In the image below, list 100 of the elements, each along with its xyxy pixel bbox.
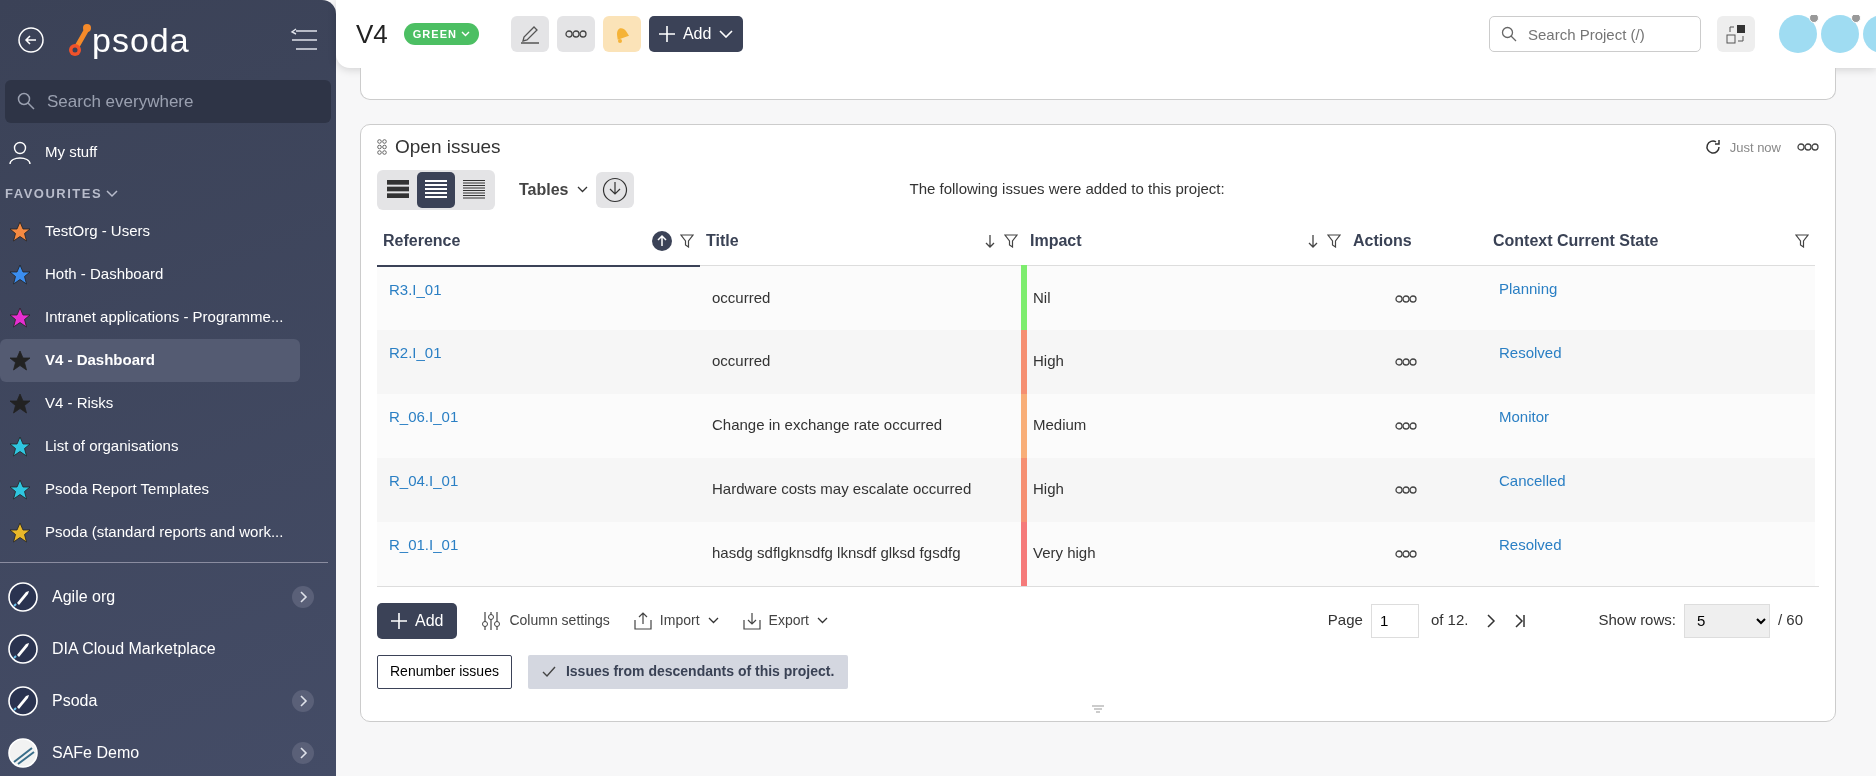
panel-title: Open issues bbox=[395, 135, 501, 159]
switch-icon bbox=[1725, 23, 1747, 45]
impact-cell: Very high bbox=[1024, 521, 1347, 586]
add-button[interactable]: Add bbox=[648, 16, 744, 52]
issue-link[interactable]: R_01.I_01 bbox=[389, 535, 459, 553]
page-title: V4 bbox=[356, 17, 388, 51]
sort-arrow-icon[interactable] bbox=[1307, 234, 1319, 249]
page-number-field[interactable]: 1 bbox=[1370, 603, 1419, 638]
favourite-item[interactable]: V4 - Dashboard bbox=[0, 338, 300, 382]
chevron-right-icon[interactable] bbox=[292, 689, 314, 712]
table-cell: hasdg sdflgknsdfg lknsdf glksd fgsdfg bbox=[700, 521, 1024, 586]
chevron-down-icon bbox=[707, 617, 719, 624]
more-icon[interactable] bbox=[1797, 142, 1819, 153]
favourite-item[interactable]: Intranet applications - Programme... bbox=[0, 295, 300, 339]
export-dropdown[interactable]: Export bbox=[742, 610, 828, 631]
renumber-button[interactable]: Renumber issues bbox=[377, 654, 512, 689]
person-icon bbox=[9, 140, 31, 165]
download-icon bbox=[742, 611, 761, 630]
column-header[interactable]: Context Current State bbox=[1493, 229, 1659, 254]
column-header[interactable]: Title bbox=[706, 229, 739, 254]
issue-link[interactable]: R_06.I_01 bbox=[389, 407, 459, 425]
avatar[interactable] bbox=[1821, 15, 1859, 53]
filter-icon[interactable] bbox=[1004, 234, 1018, 249]
organisation-item[interactable]: Agile org bbox=[0, 570, 336, 623]
chevron-right-icon[interactable] bbox=[292, 741, 314, 764]
chevron-down-icon bbox=[719, 30, 734, 38]
table-cell: Hardware costs may escalate occurred bbox=[700, 457, 1024, 522]
search-icon bbox=[1501, 26, 1517, 42]
filter-icon[interactable] bbox=[680, 234, 694, 248]
rows-per-page-select[interactable]: 5 bbox=[1683, 603, 1770, 638]
logo-text: psoda bbox=[92, 19, 190, 61]
next-page-icon[interactable] bbox=[1486, 613, 1497, 628]
upload-icon bbox=[633, 611, 652, 630]
column-settings-button[interactable]: Column settings bbox=[481, 610, 610, 631]
download-icon bbox=[601, 176, 628, 203]
column-header[interactable]: Reference bbox=[383, 229, 461, 253]
favourite-item[interactable]: Psoda (standard reports and work... bbox=[0, 510, 300, 554]
intro-text: The following issues were added to this project: bbox=[909, 179, 1225, 200]
refresh-icon[interactable] bbox=[1703, 138, 1722, 157]
add-button[interactable]: Add bbox=[377, 602, 458, 639]
favourite-item[interactable]: V4 - Risks bbox=[0, 381, 300, 425]
chevron-right-icon[interactable] bbox=[292, 585, 314, 608]
more-icon[interactable] bbox=[1395, 549, 1417, 560]
refresh-time: Just now bbox=[1729, 138, 1781, 157]
favourite-item[interactable]: List of organisations bbox=[0, 424, 300, 468]
state-link[interactable]: Cancelled bbox=[1499, 471, 1566, 489]
search-field[interactable]: Search everywhere bbox=[5, 80, 331, 123]
edit-button[interactable] bbox=[510, 16, 549, 52]
state-link[interactable]: Monitor bbox=[1499, 407, 1550, 425]
sliders-icon bbox=[481, 610, 502, 631]
last-page-icon[interactable] bbox=[1514, 613, 1527, 628]
sort-ascending-icon[interactable] bbox=[652, 231, 672, 251]
more-icon[interactable] bbox=[1395, 357, 1417, 368]
view-mode-button[interactable] bbox=[417, 171, 455, 208]
table-cell: occurred bbox=[700, 265, 1024, 330]
favourite-item[interactable]: Hoth - Dashboard bbox=[0, 252, 300, 296]
organisation-item[interactable]: Psoda bbox=[0, 674, 336, 727]
chevron-down-icon bbox=[576, 186, 588, 193]
more-button[interactable] bbox=[556, 16, 595, 52]
issue-link[interactable]: R_04.I_01 bbox=[389, 471, 459, 489]
column-header[interactable]: Actions bbox=[1353, 229, 1412, 254]
state-link[interactable]: Resolved bbox=[1499, 343, 1562, 361]
project-search-field[interactable]: Search Project (/) bbox=[1489, 16, 1701, 52]
sort-arrow-icon[interactable] bbox=[984, 234, 996, 249]
tables-dropdown[interactable]: Tables bbox=[519, 177, 588, 202]
issue-link[interactable]: R3.I_01 bbox=[389, 280, 442, 298]
search-icon bbox=[17, 92, 35, 110]
page-total: of 12. bbox=[1430, 610, 1469, 631]
resize-handle-icon[interactable] bbox=[1091, 704, 1105, 713]
avatar[interactable] bbox=[1779, 15, 1817, 53]
my-stuff-link[interactable]: My stuff bbox=[0, 131, 300, 174]
descendants-toggle[interactable]: Issues from descendants of this project. bbox=[527, 654, 849, 689]
state-link[interactable]: Resolved bbox=[1499, 535, 1562, 553]
filter-icon[interactable] bbox=[1327, 234, 1341, 249]
filter-icon[interactable] bbox=[1795, 234, 1809, 249]
more-icon[interactable] bbox=[1395, 421, 1417, 432]
section-heading: FAVOURITES bbox=[5, 185, 103, 203]
drag-handle-icon[interactable] bbox=[377, 139, 387, 156]
table-cell: occurred bbox=[700, 329, 1024, 394]
import-dropdown[interactable]: Import bbox=[633, 610, 719, 631]
switch-button[interactable] bbox=[1717, 16, 1755, 52]
favourite-item[interactable]: TestOrg - Users bbox=[0, 209, 300, 253]
chevron-down-icon bbox=[817, 617, 828, 624]
state-link[interactable]: Planning bbox=[1499, 280, 1558, 297]
more-icon[interactable] bbox=[1395, 485, 1417, 496]
favourite-item[interactable]: Psoda Report Templates bbox=[0, 467, 300, 511]
issue-link[interactable]: R2.I_01 bbox=[389, 343, 442, 361]
pencil-icon bbox=[519, 24, 540, 44]
presence-dot bbox=[1851, 15, 1861, 23]
menu-collapse-icon[interactable] bbox=[290, 28, 318, 52]
page-label: Page bbox=[1327, 610, 1363, 631]
organisation-picture-icon bbox=[8, 737, 38, 768]
impact-cell: Medium bbox=[1024, 393, 1347, 458]
more-icon[interactable] bbox=[1395, 293, 1417, 304]
organisation-item[interactable]: DIA Cloud Marketplace bbox=[0, 622, 336, 675]
column-header[interactable]: Impact bbox=[1030, 229, 1082, 254]
impact-cell: High bbox=[1024, 329, 1347, 394]
download-button[interactable] bbox=[595, 171, 634, 208]
back-icon[interactable] bbox=[18, 27, 44, 53]
organisation-item[interactable]: SAFe Demo bbox=[0, 726, 336, 776]
